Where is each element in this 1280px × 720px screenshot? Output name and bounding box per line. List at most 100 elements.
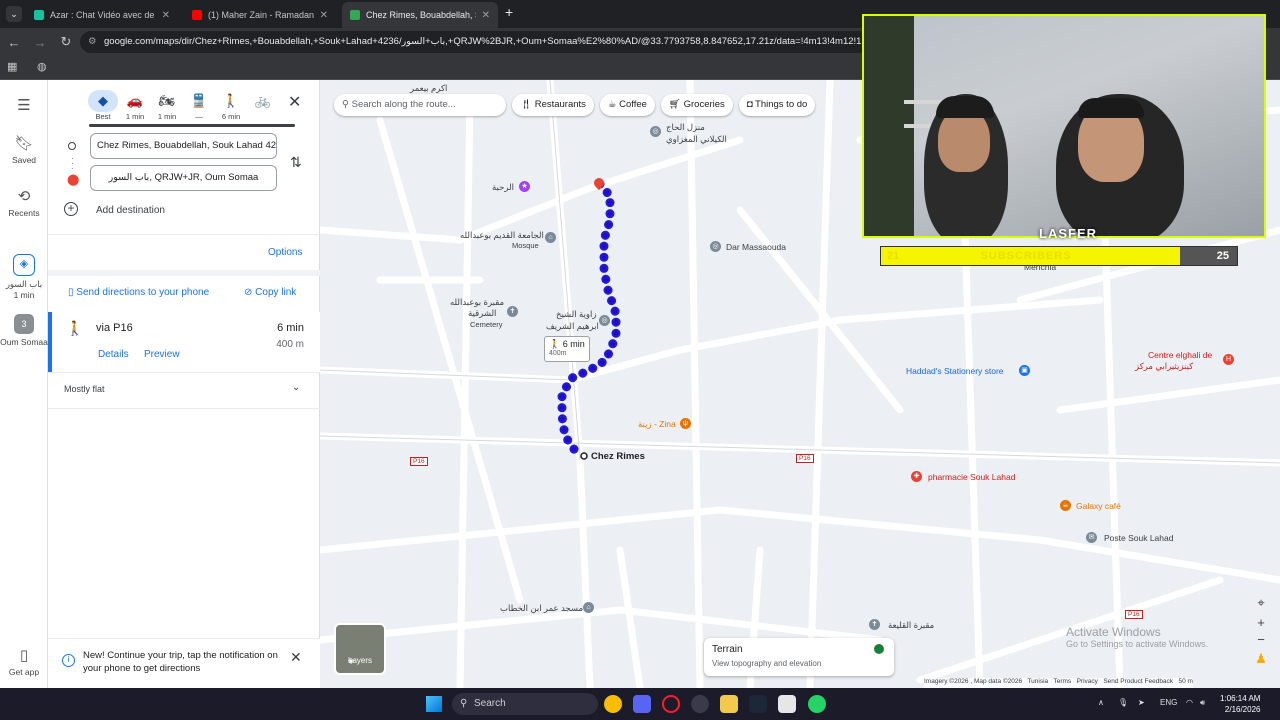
label-zina[interactable]: زينة - Zina [638, 419, 676, 430]
file-explorer-icon[interactable] [720, 695, 738, 713]
label-galaxy[interactable]: Galaxy café [1076, 501, 1121, 511]
label-poste[interactable]: Poste Souk Lahad [1104, 533, 1173, 543]
add-destination[interactable]: Add destination [96, 205, 165, 216]
scale-bar[interactable]: 50 m [1178, 678, 1192, 685]
label-mosque-ar[interactable]: الجامعة القديم بوعبدالله [460, 230, 544, 241]
label-maqbara[interactable]: مقبرة القليعة [888, 620, 934, 631]
landmark-icon[interactable]: ◎ [599, 315, 610, 326]
swap-icon[interactable]: ⇅ [290, 154, 302, 171]
mode-motorcycle[interactable]: 🏍 1 min [152, 90, 182, 121]
github-icon[interactable] [691, 695, 709, 713]
menu-icon[interactable]: ☰ [0, 96, 48, 117]
close-notice-icon[interactable]: ✕ [290, 649, 302, 666]
site-info-icon[interactable]: ⚙ [88, 31, 97, 53]
landmark-icon[interactable]: ◎ [650, 126, 661, 137]
location-icon[interactable]: ➤ [1138, 698, 1145, 707]
label-akram[interactable]: اكرم بيعمر [410, 83, 447, 94]
tab-search-button[interactable]: ⌄ [6, 6, 22, 22]
add-destination-icon[interactable]: + [64, 202, 78, 216]
landmark-icon[interactable]: ◎ [710, 241, 721, 252]
label-cemetery-ar1[interactable]: مقبرة بوعبدالله [450, 297, 504, 308]
rail-recent-place-1[interactable]: ◈ باب السور 1 min [0, 254, 48, 300]
mode-transit[interactable]: 🚆 — [184, 90, 214, 121]
label-pharmacie[interactable]: pharmacie Souk Lahad [928, 472, 1015, 482]
terrain-toggle-card[interactable]: Terrain View topography and elevation [704, 638, 894, 676]
rail-get-app[interactable]: ▯ Get app [0, 646, 48, 677]
chrome-icon[interactable] [604, 695, 622, 713]
address-bar[interactable]: ⚙ google.com/maps/dir/Chez+Rimes,+Bouabd… [80, 31, 870, 53]
close-tab-icon[interactable]: ✕ [320, 10, 328, 21]
wifi-icon[interactable]: ◠ [1186, 698, 1193, 707]
reload-icon[interactable]: ↻ [54, 34, 78, 50]
cemetery-icon[interactable]: ✝ [869, 619, 880, 630]
mosque-icon[interactable]: ⌂ [545, 232, 556, 243]
pegman-icon[interactable]: ♟ [1250, 651, 1272, 667]
options-button[interactable]: Options [268, 247, 302, 258]
taskbar-search[interactable]: ⚲ Search [452, 693, 598, 715]
label-centre-ar[interactable]: كينزيثيرابي مركز [1135, 361, 1193, 372]
preview-button[interactable]: Preview [144, 349, 180, 360]
label-zawiya1[interactable]: زاوية الشيخ [556, 309, 596, 320]
whatsapp-icon[interactable] [808, 695, 826, 713]
attribution-country[interactable]: Tunisia [1027, 678, 1048, 685]
destination-input[interactable]: باب السور, QRJW+JR, Oum Somaa [90, 165, 277, 191]
rail-recent-place-2[interactable]: 3 Oum Somaa [0, 314, 48, 347]
bookmark-globe-icon[interactable]: ◍ [37, 60, 47, 73]
restaurant-icon[interactable]: ψ [680, 418, 691, 429]
tab-maps[interactable]: Chez Rimes, Bouabdellah, Souk ✕ [342, 2, 498, 28]
attraction-icon[interactable]: ★ [519, 181, 530, 192]
hospital-icon[interactable]: H [1223, 354, 1234, 365]
pharmacy-icon[interactable]: ✚ [911, 471, 922, 482]
discord-icon[interactable] [633, 695, 651, 713]
mosque-icon[interactable]: ⌂ [583, 602, 594, 613]
chevron-down-icon[interactable]: ⌄ [292, 382, 300, 393]
route-option[interactable]: 🚶 via P16 6 min 400 m Details Preview [48, 312, 320, 372]
privacy-link[interactable]: Privacy [1077, 678, 1098, 685]
new-tab-button[interactable]: + [505, 4, 513, 20]
post-office-icon[interactable]: ✉ [1086, 532, 1097, 543]
send-to-phone-link[interactable]: ▯ Send directions to your phone [68, 287, 209, 298]
mode-best[interactable]: ◆ Best [88, 90, 118, 121]
label-chez-rimes[interactable]: Chez Rimes [591, 451, 645, 462]
forward-icon[interactable]: → [28, 35, 52, 50]
close-directions-icon[interactable]: ✕ [288, 92, 301, 112]
tray-chevron-icon[interactable]: ∧ [1098, 698, 1104, 707]
capcut-icon[interactable] [778, 695, 796, 713]
my-location-icon[interactable]: ⌖ [1250, 595, 1272, 611]
origin-input[interactable]: Chez Rimes, Bouabdellah, Souk Lahad 4236 [90, 133, 277, 159]
microphone-icon[interactable]: 🎙︎ [1118, 698, 1128, 707]
label-haddad[interactable]: Haddad's Stationery store [906, 366, 1004, 376]
cafe-icon[interactable]: ☕︎ [1060, 500, 1071, 511]
rail-saved[interactable]: 🔖︎ Saved [0, 134, 48, 165]
label-manzil1[interactable]: منزل الحاج [666, 122, 705, 133]
zoom-out-button[interactable]: − [1250, 632, 1272, 647]
language-indicator[interactable]: ENG [1160, 698, 1177, 707]
steam-icon[interactable] [749, 695, 767, 713]
mode-cycling[interactable]: 🚲 [248, 90, 278, 112]
close-tab-icon[interactable]: ✕ [162, 10, 170, 21]
tab-azar[interactable]: Azar : Chat Vidéo avec de n ✕ [26, 2, 178, 28]
origin-marker[interactable] [580, 452, 588, 460]
tab-youtube[interactable]: (1) Maher Zain - Ramadan (Ara ✕ [184, 2, 336, 28]
cemetery-icon[interactable]: ✝ [507, 306, 518, 317]
rail-recents[interactable]: ⟲ Recents [0, 187, 48, 218]
mode-walking[interactable]: 🚶 6 min [216, 90, 246, 121]
shopping-icon[interactable]: ▣ [1019, 365, 1030, 376]
zoom-in-button[interactable]: + [1250, 615, 1272, 630]
feedback-link[interactable]: Send Product Feedback [1103, 678, 1173, 685]
back-icon[interactable]: ← [2, 35, 26, 50]
terms-link[interactable]: Terms [1053, 678, 1071, 685]
apps-grid-icon[interactable]: ▦ [7, 60, 17, 73]
terrain-toggle[interactable] [874, 644, 884, 654]
label-rahba[interactable]: الرحبة [492, 182, 514, 193]
volume-icon[interactable]: 🔊︎ [1200, 698, 1205, 708]
copy-link-button[interactable]: ⊘ Copy link [244, 287, 296, 298]
mode-driving[interactable]: 🚗 1 min [120, 90, 150, 121]
label-centre[interactable]: Centre elghali de [1148, 350, 1212, 360]
layers-button[interactable]: ◈ Layers [334, 623, 386, 675]
opera-icon[interactable] [662, 695, 680, 713]
windows-start-icon[interactable] [426, 696, 442, 712]
label-omar[interactable]: مسجد عمر ابن الخطاب [500, 603, 583, 614]
taskbar-clock[interactable]: 1:06:14 AM 2/16/2026 [1220, 693, 1260, 715]
route-duration-badge[interactable]: 🚶 6 min 400m [544, 336, 590, 362]
